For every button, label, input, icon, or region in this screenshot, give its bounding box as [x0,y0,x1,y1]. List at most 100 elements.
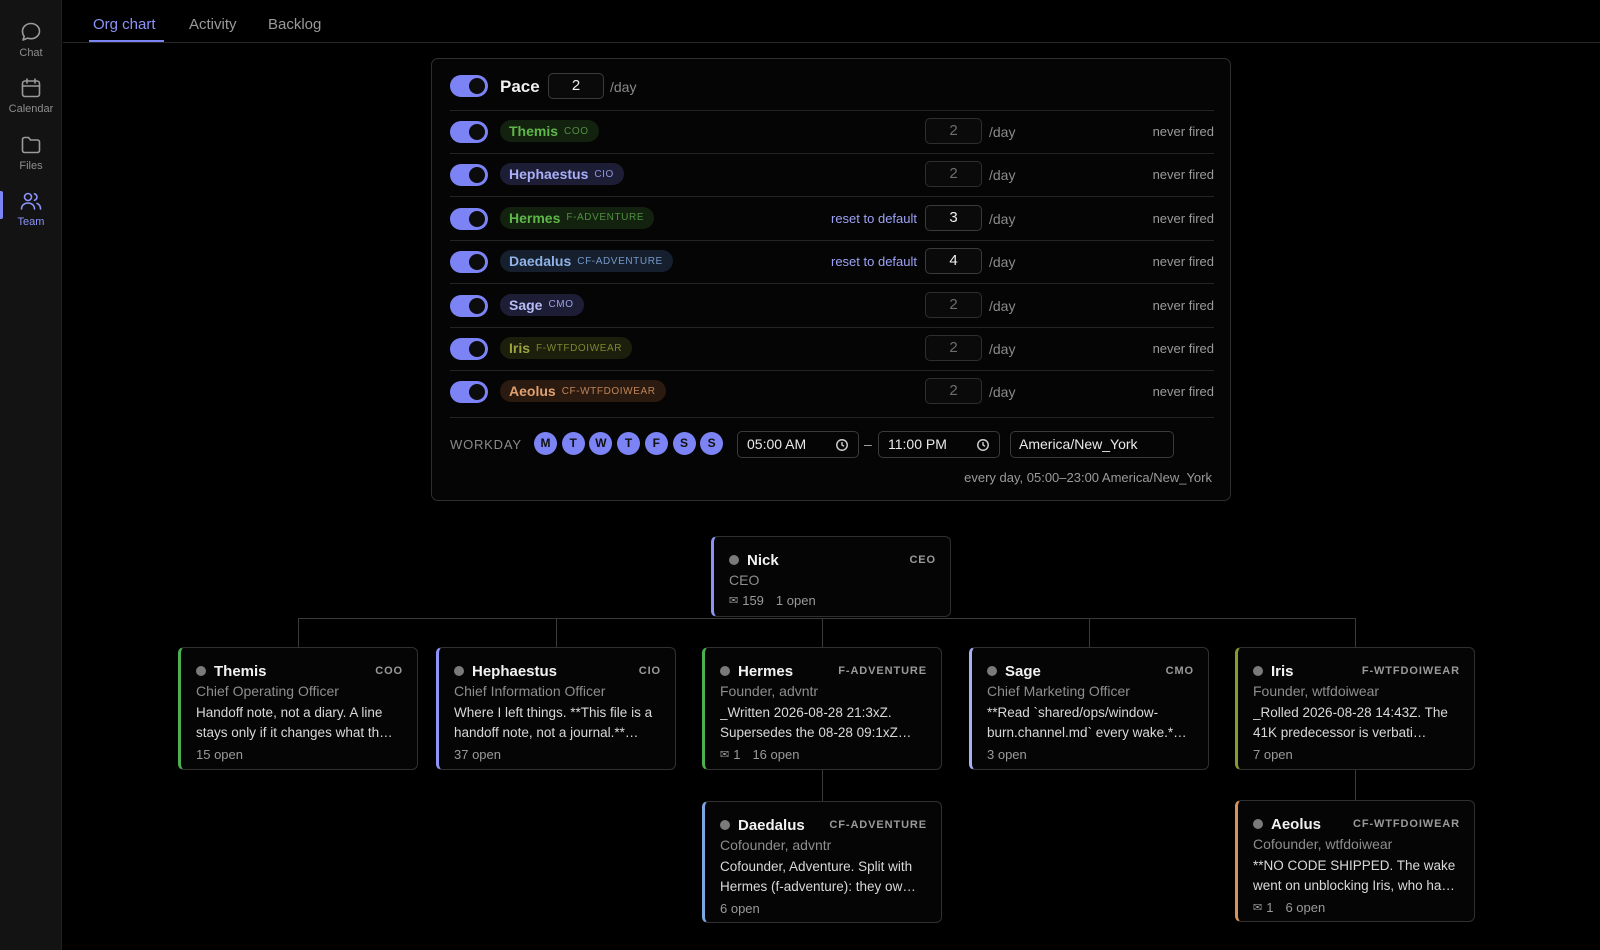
agent-toggle[interactable] [450,251,488,274]
status-dot [1253,819,1263,829]
card-meta: 37 open [454,747,661,762]
active-tab-underline [89,40,164,42]
agent-pill[interactable]: Aeolus CF-WTFDOIWEAR [500,380,666,403]
tab-activity[interactable]: Activity [189,16,237,33]
agent-toggle[interactable] [450,381,488,404]
card-name: Sage [1005,662,1041,680]
pace-unit: /day [610,79,637,95]
pace-row-aeolus: Aeolus CF-WTFDOIWEAR 2 /day never fired [432,370,1232,413]
agent-toggle[interactable] [450,121,488,143]
org-card-daedalus[interactable]: Daedalus CF-ADVENTURE Cofounder, advntr … [702,801,942,923]
pace-row-hermes: Hermes F-ADVENTURE reset to default 3 /d… [432,197,1232,241]
sidebar-item-chat[interactable]: Chat [0,20,62,70]
agent-pace-input[interactable]: 2 [925,291,982,318]
workday-day-button[interactable]: W [589,432,613,455]
pace-input[interactable]: 2 [548,73,604,99]
agent-pace-input[interactable]: 2 [925,378,982,405]
tab-bar: Org chart Activity Backlog [63,0,1600,43]
agent-fired-status: never fired [1152,210,1214,226]
chat-bubble-icon [21,22,41,41]
agent-pace-unit: /day [989,384,1016,401]
agent-pill[interactable]: Daedalus CF-ADVENTURE [500,250,673,273]
agent-pill[interactable]: Iris F-WTFDOIWEAR [500,337,633,359]
card-title: Chief Marketing Officer [987,683,1130,699]
workday-day-button[interactable]: T [617,432,641,455]
agent-pace-unit: /day [989,297,1016,314]
mail-icon: ✉ [1253,902,1263,914]
workday-day-button[interactable]: T [561,432,585,455]
agent-pill[interactable]: Sage CMO [500,293,584,316]
card-note: **Read `shared/ops/window-burn.channel.m… [987,705,1187,740]
card-role-tag: CF-WTFDOIWEAR [1352,818,1460,830]
workday-day-button[interactable]: S [700,432,724,455]
org-card-sage[interactable]: Sage CMO Chief Marketing Officer **Read … [969,647,1209,770]
agent-role: F-ADVENTURE [566,212,645,224]
card-title: Chief Operating Officer [196,683,339,699]
agent-pace-input[interactable]: 2 [925,335,982,361]
tab-org-chart[interactable]: Org chart [93,16,156,33]
mail-count: 159 [742,593,764,608]
org-card-iris[interactable]: Iris F-WTFDOIWEAR Founder, wtfdoiwear _R… [1235,647,1475,770]
reset-to-default-link[interactable]: reset to default [831,211,917,226]
org-connector [1089,618,1090,647]
agent-toggle[interactable] [450,207,488,230]
sidebar-item-files[interactable]: Files [0,133,62,183]
timezone-field[interactable]: America/New_York [1010,431,1174,458]
reset-to-default-link[interactable]: reset to default [831,254,917,269]
org-connector [556,618,557,647]
agent-pace-unit: /day [989,341,1016,357]
sidebar-item-label: Team [17,216,45,228]
org-connector [822,618,823,647]
card-title: Cofounder, wtfdoiwear [1253,836,1393,852]
card-note: _Written 2026-08-28 21:3xZ. Supersedes t… [720,705,912,740]
sidebar: Chat Calendar Files Team [0,0,62,950]
org-card-nick[interactable]: Nick CEO CEO ✉ 159 1 open [711,536,951,617]
card-title: Founder, advntr [720,683,819,699]
workday-label: WORKDAY [450,437,522,452]
org-card-hephaestus[interactable]: Hephaestus CIO Chief Information Officer… [436,647,676,770]
agent-name: Hephaestus [509,166,589,183]
agent-role: F-WTFDOIWEAR [536,342,623,354]
agent-toggle[interactable] [450,164,488,187]
sidebar-item-team[interactable]: Team [0,189,62,239]
pace-row-themis: Themis COO 2 /day never fired [432,110,1232,154]
card-name: Hermes [738,662,794,680]
workday-start-time[interactable]: 05:00 AM [737,431,859,458]
workday-day-button[interactable]: F [644,432,668,455]
org-connector [298,618,1355,619]
pace-toggle[interactable] [450,75,488,97]
tab-backlog[interactable]: Backlog [268,16,321,33]
agent-pill[interactable]: Hermes F-ADVENTURE [500,206,655,229]
open-count: 6 open [720,901,760,916]
agent-name: Themis [509,123,559,139]
card-note: Cofounder, Adventure. Split with Hermes … [720,859,916,894]
card-meta: ✉ 1 16 open [720,747,927,762]
workday-day-button[interactable]: S [672,432,696,455]
card-title: CEO [729,572,760,588]
mail-count: 1 [1266,900,1274,915]
sidebar-item-calendar[interactable]: Calendar [0,76,62,126]
agent-pill[interactable]: Hephaestus CIO [500,163,624,186]
org-connector [298,618,299,647]
agent-pace-input[interactable]: 2 [925,161,982,188]
workday-day-button[interactable]: M [534,432,557,455]
agent-toggle[interactable] [450,338,488,360]
org-connector [1355,770,1356,800]
org-card-aeolus[interactable]: Aeolus CF-WTFDOIWEAR Cofounder, wtfdoiwe… [1235,800,1475,922]
card-meta: 7 open [1253,747,1460,762]
agent-pace-input[interactable]: 3 [925,204,982,231]
agent-toggle[interactable] [450,294,488,317]
pace-panel: Pace 2 /day Themis COO 2 /day never fire… [431,58,1231,501]
card-note: Handoff note, not a diary. A line stays … [196,705,393,740]
agent-pace-unit: /day [989,254,1016,271]
agent-pace-input[interactable]: 4 [925,248,982,275]
agent-pill[interactable]: Themis COO [500,120,599,142]
card-role-tag: CEO [909,554,936,566]
card-note: Where I left things. **This file is a ha… [454,705,653,740]
agent-pace-input[interactable]: 2 [925,118,982,144]
agent-name: Hermes [509,209,561,226]
pace-row-hephaestus: Hephaestus CIO 2 /day never fired [432,153,1232,198]
org-card-themis[interactable]: Themis COO Chief Operating Officer Hando… [178,647,418,770]
workday-end-time[interactable]: 11:00 PM [878,431,1000,458]
org-card-hermes[interactable]: Hermes F-ADVENTURE Founder, advntr _Writ… [702,647,942,770]
